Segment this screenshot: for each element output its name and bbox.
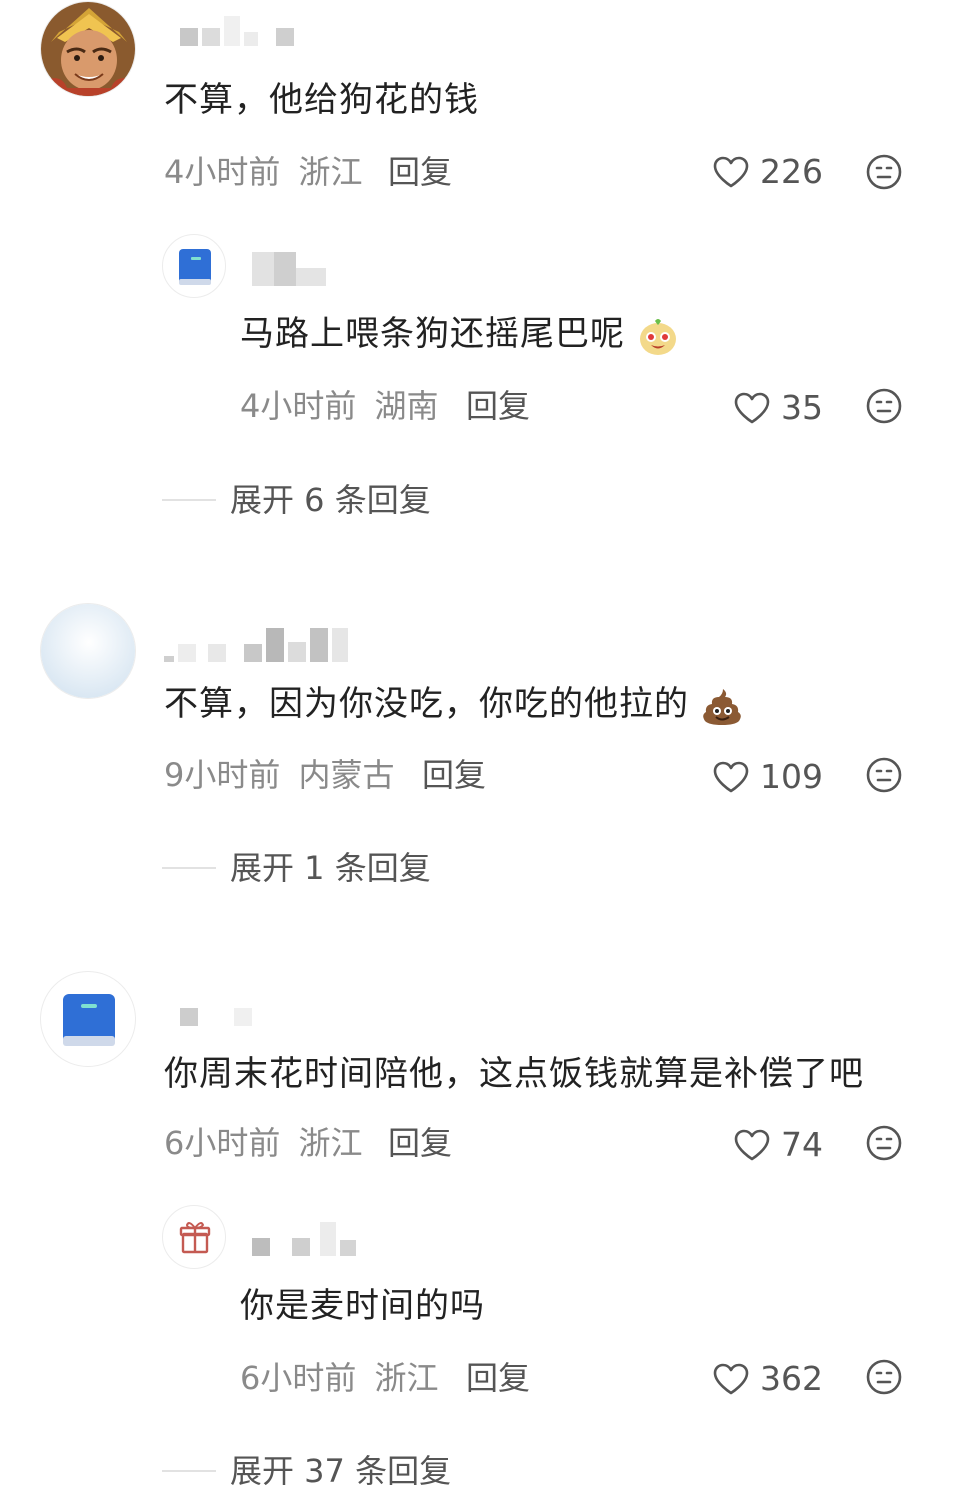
avatar-sky[interactable] [40,603,136,699]
blue-book-icon [179,249,211,285]
username-masked[interactable] [252,1222,356,1256]
heart-outline-icon [734,392,770,423]
like-count: 362 [760,1359,823,1398]
avatar-gift[interactable] [162,1205,226,1269]
reply-meta: 4小时前 湖南 [240,386,439,426]
like-button[interactable]: 35 [733,388,823,427]
reply-time: 6小时前 [240,1359,357,1397]
like-button[interactable]: 109 [712,757,823,796]
divider-line [162,867,216,869]
expand-replies-label: 展开 1 条回复 [230,849,431,887]
username-masked[interactable] [180,1008,252,1026]
reply-text: 你是麦时间的吗 [240,1286,485,1326]
comment-location: 浙江 [298,153,363,191]
expand-replies[interactable]: 展开 1 条回复 [162,848,431,888]
reply-button[interactable]: 回复 [466,1358,530,1398]
comment-text: 不算，因为你没吃，你吃的他拉的 [164,682,743,727]
reply-location: 湖南 [374,387,439,425]
comment-meta: 9小时前 内蒙古 [164,755,395,795]
like-button[interactable]: 226 [712,152,823,191]
expand-replies-label: 展开 37 条回复 [230,1452,452,1490]
comment-meta: 4小时前 浙江 [164,152,363,192]
warrior-avatar-image [41,2,135,96]
username-masked[interactable] [180,16,294,46]
blue-book-icon [63,994,115,1046]
comment-time: 4小时前 [164,153,281,191]
sky-avatar-image [41,604,135,698]
happy-face-emoji [639,318,676,355]
expand-replies[interactable]: 展开 37 条回复 [162,1451,451,1491]
reply-location: 浙江 [374,1359,439,1397]
reply-button[interactable]: 回复 [466,386,530,426]
smiley-face-icon[interactable] [865,1124,903,1162]
comment-text-content: 不算，因为你没吃，你吃的他拉的 [164,684,689,724]
reply-button[interactable]: 回复 [388,152,452,192]
like-button[interactable]: 362 [712,1359,823,1398]
reply-meta: 6小时前 浙江 [240,1358,439,1398]
divider-line [162,1470,216,1472]
expand-replies[interactable]: 展开 6 条回复 [162,480,431,520]
username-masked[interactable] [252,252,326,286]
comment-meta: 6小时前 浙江 [164,1123,363,1163]
smiley-face-icon[interactable] [865,153,903,191]
heart-outline-icon [713,761,749,792]
like-count: 35 [781,388,823,427]
comment-time: 9小时前 [164,756,281,794]
like-button[interactable]: 74 [733,1125,823,1164]
reply-text: 马路上喂条狗还摇尾巴呢 [240,312,679,357]
reply-time: 4小时前 [240,387,357,425]
comment-location: 内蒙古 [298,756,395,794]
comment-time: 6小时前 [164,1124,281,1162]
divider-line [162,499,216,501]
like-count: 109 [760,757,823,796]
reply-button[interactable]: 回复 [388,1123,452,1163]
username-masked[interactable] [164,628,348,662]
poop-emoji [703,688,741,725]
smiley-face-icon[interactable] [865,756,903,794]
smiley-face-icon[interactable] [865,387,903,425]
comment-text: 不算，他给狗花的钱 [164,80,479,120]
reply-button[interactable]: 回复 [422,755,486,795]
avatar-book[interactable] [162,234,226,298]
smiley-face-icon[interactable] [865,1358,903,1396]
like-count: 226 [760,152,823,191]
heart-outline-icon [734,1129,770,1160]
gift-box-icon [179,1222,211,1254]
avatar-warrior[interactable] [40,1,136,97]
avatar-book[interactable] [40,971,136,1067]
comment-location: 浙江 [298,1124,363,1162]
heart-outline-icon [713,1363,749,1394]
like-count: 74 [781,1125,823,1164]
expand-replies-label: 展开 6 条回复 [230,481,431,519]
comment-text: 你周末花时间陪他，这点饭钱就算是补偿了吧 [164,1054,864,1094]
heart-outline-icon [713,156,749,187]
reply-text-content: 马路上喂条狗还摇尾巴呢 [240,314,625,354]
